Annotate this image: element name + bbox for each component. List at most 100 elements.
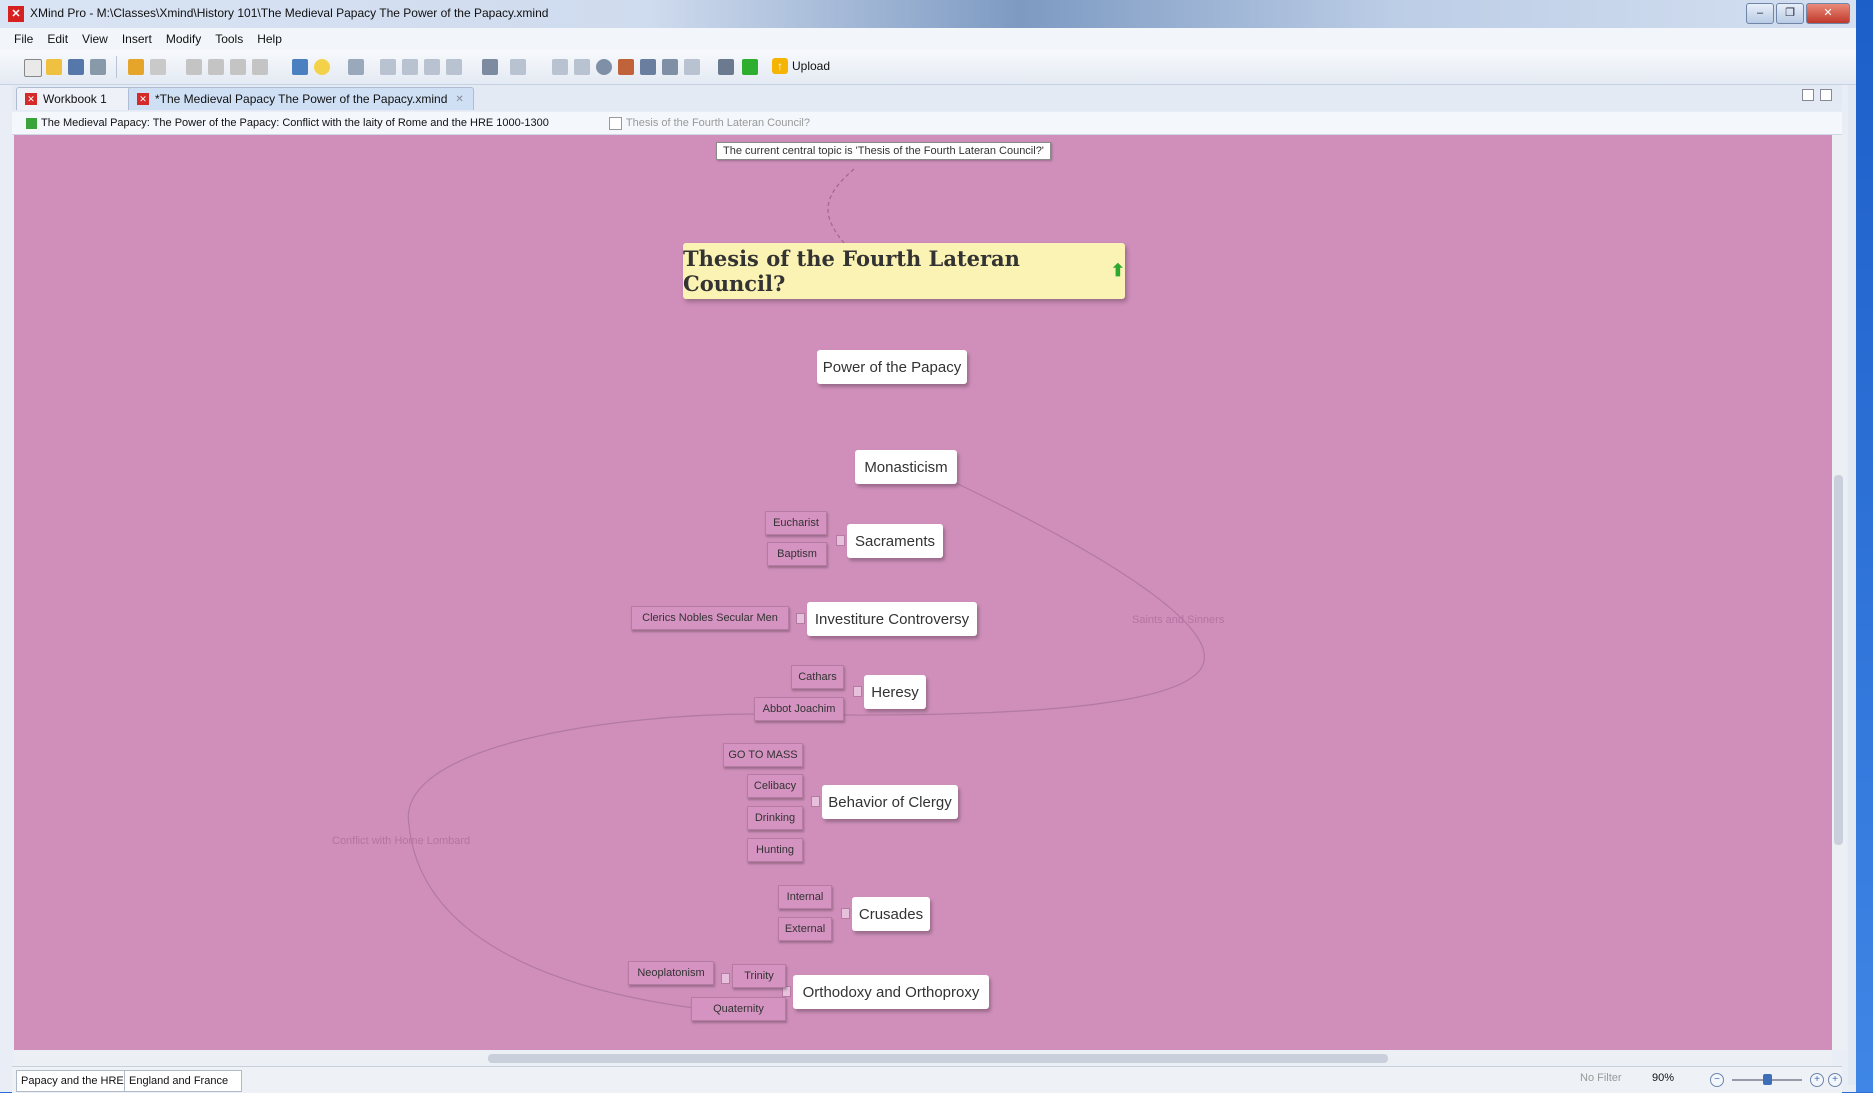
notes-icon[interactable] [640, 59, 656, 75]
vertical-scrollbar[interactable] [1832, 135, 1846, 1050]
sheet-tab-papacy-hre[interactable]: Papacy and the HRE [16, 1070, 130, 1092]
minimize-editor-icon[interactable] [1802, 89, 1814, 101]
subtopic-abbot-joachim[interactable]: Abbot Joachim [754, 697, 844, 721]
marker-icon[interactable] [574, 59, 590, 75]
summary-icon[interactable] [552, 59, 568, 75]
topic-power-of-papacy[interactable]: Power of the Papacy [817, 350, 967, 384]
new-icon[interactable] [24, 59, 42, 77]
boundary-icon[interactable] [510, 59, 526, 75]
relationship-label[interactable]: Conflict with Home Lombard [332, 835, 470, 847]
topic-heresy[interactable]: Heresy [864, 675, 926, 709]
desktop-background [1856, 0, 1873, 1092]
relationship-label[interactable]: Saints and Sinners [1132, 614, 1224, 626]
subtopic-quaternity[interactable]: Quaternity [691, 997, 786, 1021]
maximize-editor-icon[interactable] [1820, 89, 1832, 101]
status-bar: Papacy and the HRE England and France No… [12, 1066, 1842, 1093]
subtopic-celibacy[interactable]: Celibacy [747, 774, 803, 798]
topic-crusades[interactable]: Crusades [852, 897, 930, 931]
save-icon[interactable] [68, 59, 84, 75]
fit-to-window-icon[interactable]: + [1828, 1073, 1842, 1087]
menu-view[interactable]: View [82, 32, 108, 46]
upload-icon: ↑ [772, 58, 788, 74]
subtopic-cathars[interactable]: Cathars [791, 665, 844, 689]
zoom-in-icon[interactable]: + [1810, 1073, 1824, 1087]
theme-icon[interactable] [596, 59, 612, 75]
minimize-button[interactable]: – [1746, 3, 1774, 24]
central-topic[interactable]: Thesis of the Fourth Lateran Council? ⬆ [683, 243, 1125, 299]
upload-label: Upload [792, 59, 831, 73]
subtopic-baptism[interactable]: Baptism [767, 542, 827, 566]
subtopic-neoplatonism[interactable]: Neoplatonism [628, 961, 714, 985]
topic-icon[interactable] [292, 59, 308, 75]
tab-workbook-1[interactable]: ✕ Workbook 1 [16, 87, 134, 110]
breadcrumb-root[interactable]: The Medieval Papacy: The Power of the Pa… [26, 117, 549, 129]
open-folder-icon[interactable] [46, 59, 62, 75]
subtopic-hunting[interactable]: Hunting [747, 838, 803, 862]
cut-icon[interactable] [186, 59, 202, 75]
idea-bulb-icon[interactable] [314, 59, 330, 75]
image-icon[interactable] [684, 59, 700, 75]
topic-orthodoxy-and-orthoproxy[interactable]: Orthodoxy and Orthoproxy [793, 975, 989, 1009]
subtopic-internal[interactable]: Internal [778, 885, 832, 909]
sheet-icon [26, 117, 37, 129]
subtopic-go-to-mass[interactable]: GO TO MASS [723, 743, 803, 767]
attachment-icon[interactable] [482, 59, 498, 75]
delete-icon[interactable] [252, 59, 268, 75]
filter-status[interactable]: No Filter [1580, 1072, 1622, 1084]
mind-map-canvas[interactable]: The current central topic is 'Thesis of … [14, 135, 1832, 1050]
collapse-toggle[interactable] [796, 613, 805, 624]
collapse-toggle[interactable] [811, 796, 820, 807]
undo-icon[interactable] [128, 59, 144, 75]
structure-icon[interactable] [348, 59, 364, 75]
subtopic-icon[interactable] [380, 59, 396, 75]
topic-monasticism[interactable]: Monasticism [855, 450, 957, 484]
topic-behavior-of-clergy[interactable]: Behavior of Clergy [822, 785, 958, 819]
close-tab-icon[interactable]: ✕ [455, 94, 463, 105]
menu-tools[interactable]: Tools [215, 32, 243, 46]
print-icon[interactable] [90, 59, 106, 75]
subtopic-external[interactable]: External [778, 917, 832, 941]
parent-topic-icon[interactable] [402, 59, 418, 75]
collapse-toggle[interactable] [841, 908, 850, 919]
drill-up-icon[interactable]: ⬆ [1111, 261, 1125, 281]
topic-icon [608, 116, 622, 130]
collapse-toggle[interactable] [721, 973, 730, 984]
maximize-button[interactable]: ❐ [1776, 3, 1804, 24]
collapse-toggle[interactable] [836, 535, 845, 546]
collapse-toggle[interactable] [853, 686, 862, 697]
toolbar: ↑ Upload [0, 50, 1856, 85]
menu-modify[interactable]: Modify [166, 32, 201, 46]
menu-help[interactable]: Help [257, 32, 282, 46]
subtopic-drinking[interactable]: Drinking [747, 806, 803, 830]
subtopic-clerics-nobles[interactable]: Clerics Nobles Secular Men [631, 606, 789, 630]
menu-insert[interactable]: Insert [122, 32, 152, 46]
close-button[interactable]: ✕ [1806, 3, 1850, 24]
breadcrumb-current-label: Thesis of the Fourth Lateran Council? [625, 117, 810, 129]
callout-icon[interactable] [446, 59, 462, 75]
menu-edit[interactable]: Edit [47, 32, 68, 46]
topic-sacraments[interactable]: Sacraments [847, 524, 943, 558]
menu-file[interactable]: File [14, 32, 33, 46]
tab-medieval-papacy[interactable]: ✕ *The Medieval Papacy The Power of the … [128, 87, 474, 110]
paste-icon[interactable] [230, 59, 246, 75]
redo-icon[interactable] [150, 59, 166, 75]
topic-investiture-controversy[interactable]: Investiture Controversy [807, 602, 977, 636]
scroll-thumb[interactable] [488, 1054, 1388, 1063]
drill-up-icon[interactable] [742, 59, 758, 75]
menu-bar: File Edit View Insert Modify Tools Help [0, 28, 1856, 50]
breadcrumb-current[interactable]: Thesis of the Fourth Lateran Council? [608, 116, 810, 130]
sheet-tab-england-france[interactable]: England and France [124, 1070, 242, 1092]
copy-icon[interactable] [208, 59, 224, 75]
horizontal-scrollbar[interactable] [14, 1050, 1832, 1066]
relationship-icon[interactable] [662, 59, 678, 75]
drill-down-icon[interactable] [718, 59, 734, 75]
floating-topic-icon[interactable] [424, 59, 440, 75]
subtopic-trinity[interactable]: Trinity [732, 964, 786, 988]
zoom-out-icon[interactable]: − [1710, 1073, 1724, 1087]
zoom-slider-handle[interactable] [1763, 1074, 1772, 1085]
tab-label: *The Medieval Papacy The Power of the Pa… [155, 92, 448, 106]
label-icon[interactable] [618, 59, 634, 75]
scroll-thumb[interactable] [1834, 475, 1843, 845]
upload-button[interactable]: ↑ Upload [772, 58, 830, 74]
subtopic-eucharist[interactable]: Eucharist [765, 511, 827, 535]
